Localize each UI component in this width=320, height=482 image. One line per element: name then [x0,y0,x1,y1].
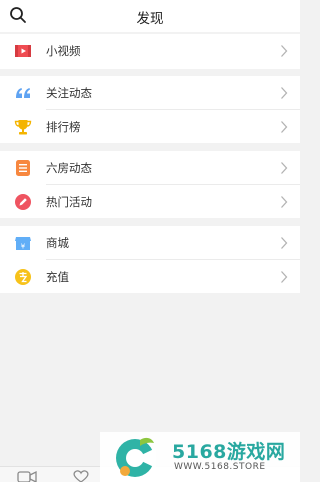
menu-item-events[interactable]: 热门活动 [0,185,300,219]
menu-item-label: 关注动态 [46,86,92,100]
watermark-logo-icon [116,437,156,477]
menu-item-following[interactable]: 关注动态 [0,76,300,110]
menu-item-label: 充值 [46,269,69,284]
top-bar: 发现 [0,0,300,32]
svg-text:¥: ¥ [21,243,26,251]
list-icon [16,160,30,176]
menu-item-room-feed[interactable]: 六房动态 [0,151,300,185]
quote-icon [16,88,30,98]
watermark-url: WWW.5168.STORE [174,462,266,472]
recharge-icon [15,268,31,285]
menu-group-activity: 六房动态 热门活动 [0,151,300,218]
chevron-right-icon [281,162,288,174]
menu-item-label: 商城 [46,236,69,250]
chevron-right-icon [281,195,288,208]
menu-group-social: 关注动态 排行榜 [0,76,300,143]
video-icon [15,45,31,57]
menu-item-mall[interactable]: ¥ 商城 [0,226,300,260]
menu-item-label: 小视频 [46,44,81,58]
menu-group-shop: ¥ 商城 充值 [0,226,300,293]
chevron-right-icon [281,45,288,57]
shop-icon: ¥ [15,237,31,251]
chevron-right-icon [281,120,288,133]
pencil-icon [15,193,31,210]
menu-item-label: 六房动态 [46,161,92,175]
heart-icon[interactable] [70,469,92,482]
watermark-title: 5168游戏网 [172,441,286,463]
menu-item-recharge[interactable]: 充值 [0,260,300,294]
trophy-icon [14,119,32,134]
chevron-right-icon [281,237,288,249]
page-title: 发现 [136,11,164,27]
menu-item-label: 热门活动 [46,194,92,209]
menu-item-label: 排行榜 [46,119,81,134]
video-camera-icon[interactable] [16,469,38,482]
watermark: 5168游戏网 WWW.5168.STORE [100,432,300,482]
menu-item-ranking[interactable]: 排行榜 [0,110,300,144]
chevron-right-icon [281,270,288,283]
chevron-right-icon [281,87,288,99]
menu-group-videos: 小视频 [0,34,300,69]
menu-item-videos[interactable]: 小视频 [0,34,300,68]
